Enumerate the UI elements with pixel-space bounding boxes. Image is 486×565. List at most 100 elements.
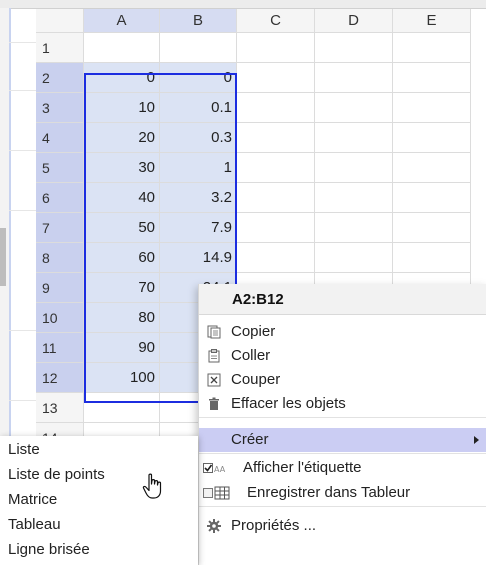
- column-header-d[interactable]: D: [315, 9, 393, 33]
- copy-icon: [207, 325, 221, 339]
- spreadsheet-cell[interactable]: [315, 183, 393, 213]
- background-gridline: [9, 400, 36, 401]
- spreadsheet-cell[interactable]: 3.2: [160, 183, 237, 213]
- select-all-corner[interactable]: [36, 9, 84, 33]
- submenu-item-matrix[interactable]: Matrice: [8, 491, 57, 508]
- background-gridline: [9, 150, 36, 151]
- spreadsheet-cell[interactable]: [237, 93, 315, 123]
- create-submenu: Liste Liste de points Matrice Tableau Li…: [0, 436, 198, 565]
- svg-text:AA: AA: [214, 465, 226, 474]
- spreadsheet-cell[interactable]: [393, 153, 471, 183]
- spreadsheet-cell[interactable]: [237, 63, 315, 93]
- menu-separator: [199, 506, 486, 507]
- row-header[interactable]: 4: [36, 123, 84, 153]
- create-label: Créer: [231, 431, 269, 448]
- row-header[interactable]: 10: [36, 303, 84, 333]
- background-gridline: [9, 90, 36, 91]
- spreadsheet-cell[interactable]: 20: [84, 123, 160, 153]
- spreadsheet-cell[interactable]: [315, 33, 393, 63]
- row-header[interactable]: 2: [36, 63, 84, 93]
- spreadsheet-cell[interactable]: 0.3: [160, 123, 237, 153]
- copy-label: Copier: [231, 323, 276, 340]
- spreadsheet-cell[interactable]: [84, 33, 160, 63]
- spreadsheet-cell[interactable]: [84, 393, 160, 423]
- spreadsheet-cell[interactable]: 7.9: [160, 213, 237, 243]
- spreadsheet-cell[interactable]: 0.1: [160, 93, 237, 123]
- spreadsheet-cell[interactable]: [160, 33, 237, 63]
- paste-label: Coller: [231, 347, 271, 364]
- spreadsheet-cell[interactable]: 90: [84, 333, 160, 363]
- background-gridline: [9, 42, 36, 43]
- spreadsheet-cell[interactable]: [237, 33, 315, 63]
- spreadsheet-cell[interactable]: 60: [84, 243, 160, 273]
- cut-icon: [207, 373, 221, 387]
- spreadsheet-cell[interactable]: 100: [84, 363, 160, 393]
- spreadsheet-cell[interactable]: 10: [84, 93, 160, 123]
- delete-objects-menu-item[interactable]: Effacer les objets: [199, 392, 486, 416]
- submenu-item-list-of-points[interactable]: Liste de points: [8, 466, 105, 483]
- create-menu-item[interactable]: Créer: [199, 428, 486, 452]
- record-to-spreadsheet-label: Enregistrer dans Tableur: [247, 484, 411, 501]
- row-header[interactable]: 6: [36, 183, 84, 213]
- column-header-a[interactable]: A: [84, 9, 160, 33]
- spreadsheet-cell[interactable]: 0: [84, 63, 160, 93]
- panel-resize-handle[interactable]: [0, 228, 6, 286]
- spreadsheet-cell[interactable]: [315, 63, 393, 93]
- cut-label: Couper: [231, 371, 281, 388]
- spreadsheet-cell[interactable]: 30: [84, 153, 160, 183]
- spreadsheet-cell[interactable]: 70: [84, 273, 160, 303]
- paste-menu-item[interactable]: Coller: [199, 344, 486, 368]
- spreadsheet-cell[interactable]: [237, 213, 315, 243]
- spreadsheet-cell[interactable]: [393, 33, 471, 63]
- spreadsheet-cell[interactable]: 14.9: [160, 243, 237, 273]
- record-to-spreadsheet-menu-item[interactable]: Enregistrer dans Tableur: [199, 481, 486, 505]
- background-gridline: [9, 330, 36, 331]
- spreadsheet-cell[interactable]: [315, 213, 393, 243]
- delete-objects-label: Effacer les objets: [231, 395, 346, 412]
- spreadsheet-cell[interactable]: [237, 243, 315, 273]
- properties-menu-item[interactable]: Propriétés ...: [199, 514, 486, 538]
- row-header[interactable]: 8: [36, 243, 84, 273]
- row-header[interactable]: 11: [36, 333, 84, 363]
- spreadsheet-cell[interactable]: 40: [84, 183, 160, 213]
- spreadsheet-cell[interactable]: [315, 153, 393, 183]
- show-label-menu-item[interactable]: AA Afficher l'étiquette: [199, 456, 486, 480]
- column-header-c[interactable]: C: [237, 9, 315, 33]
- spreadsheet-cell[interactable]: [315, 123, 393, 153]
- spreadsheet-cell[interactable]: 1: [160, 153, 237, 183]
- spreadsheet-cell[interactable]: [393, 123, 471, 153]
- context-menu-title: A2:B12: [199, 284, 486, 315]
- spreadsheet-cell[interactable]: [237, 153, 315, 183]
- row-header[interactable]: 1: [36, 33, 84, 63]
- spreadsheet-cell[interactable]: 50: [84, 213, 160, 243]
- spreadsheet-cell[interactable]: 0: [160, 63, 237, 93]
- spreadsheet-cell[interactable]: 80: [84, 303, 160, 333]
- menu-separator: [199, 417, 486, 418]
- spreadsheet-cell[interactable]: [315, 93, 393, 123]
- menu-separator: [199, 453, 486, 454]
- row-header[interactable]: 5: [36, 153, 84, 183]
- column-header-e[interactable]: E: [393, 9, 471, 33]
- cut-menu-item[interactable]: Couper: [199, 368, 486, 392]
- column-header-b[interactable]: B: [160, 9, 237, 33]
- spreadsheet-cell[interactable]: [393, 93, 471, 123]
- row-header[interactable]: 9: [36, 273, 84, 303]
- row-header[interactable]: 7: [36, 213, 84, 243]
- row-header[interactable]: 12: [36, 363, 84, 393]
- spreadsheet-cell[interactable]: [237, 123, 315, 153]
- copy-menu-item[interactable]: Copier: [199, 320, 486, 344]
- row-header[interactable]: 3: [36, 93, 84, 123]
- submenu-item-polyline[interactable]: Ligne brisée: [8, 541, 90, 558]
- spreadsheet-cell[interactable]: [393, 63, 471, 93]
- submenu-item-table[interactable]: Tableau: [8, 516, 61, 533]
- checked-checkbox-icon: AA: [203, 463, 226, 474]
- spreadsheet-cell[interactable]: [237, 183, 315, 213]
- paste-icon: [208, 349, 220, 363]
- row-header[interactable]: 13: [36, 393, 84, 423]
- submenu-item-list[interactable]: Liste: [8, 441, 40, 458]
- trash-icon: [209, 397, 219, 410]
- spreadsheet-cell[interactable]: [315, 243, 393, 273]
- spreadsheet-cell[interactable]: [393, 243, 471, 273]
- spreadsheet-cell[interactable]: [393, 213, 471, 243]
- spreadsheet-cell[interactable]: [393, 183, 471, 213]
